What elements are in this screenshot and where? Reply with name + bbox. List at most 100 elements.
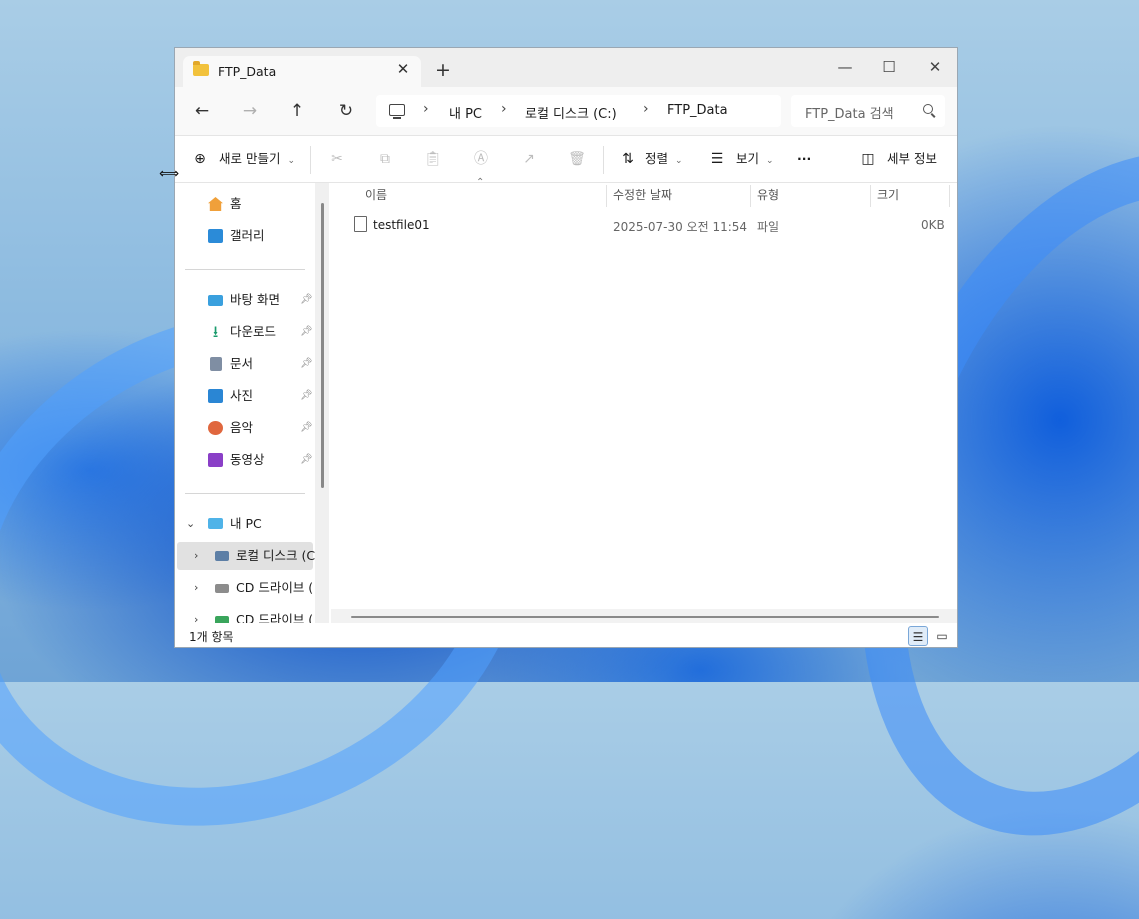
rename-button[interactable]: Ⓐ — [472, 148, 490, 170]
picture-icon — [208, 389, 223, 403]
forward-button[interactable]: → — [235, 98, 265, 124]
sidebar-item-music[interactable]: 음악 📌︎ — [175, 414, 315, 442]
computer-icon — [389, 104, 405, 119]
breadcrumb-ftp-data[interactable]: FTP_Data — [667, 103, 728, 118]
sidebar-item-gallery[interactable]: 갤러리 — [175, 222, 315, 250]
sidebar-item-label: 갤러리 — [230, 228, 265, 243]
sidebar-item-pictures[interactable]: 사진 📌︎ — [175, 382, 315, 410]
sort-caret-icon: ⌃ — [476, 177, 485, 188]
search-placeholder: FTP_Data 검색 — [805, 107, 894, 122]
trash-icon: 🗑︎ — [568, 151, 586, 167]
paste-button[interactable]: 📋︎ — [424, 148, 442, 170]
details-pane-icon: ◫ — [861, 151, 875, 167]
chevron-down-icon: ⌄ — [186, 517, 196, 530]
title-bar: FTP_Data ✕ + — ☐ ✕ — [175, 48, 957, 87]
cd-drive-icon — [215, 584, 229, 593]
sidebar-scrollbar-thumb[interactable] — [321, 203, 324, 488]
file-icon — [354, 216, 367, 232]
sidebar-item-label: 로컬 디스크 (C — [236, 548, 316, 563]
file-list: ⌃ 이름 수정한 날짜 유형 크기 testfile01 2025-07-30 … — [331, 177, 957, 623]
close-window-button[interactable]: ✕ — [913, 54, 957, 80]
large-icons-view-icon: ▭ — [936, 629, 948, 643]
file-explorer-window: FTP_Data ✕ + — ☐ ✕ ← → ↑ ↻ › 내 PC › 로컬 디… — [174, 47, 958, 648]
breadcrumb-separator: › — [501, 101, 507, 117]
chevron-down-icon: ⌄ — [765, 156, 774, 166]
sort-label: 정렬 — [644, 151, 668, 166]
close-tab-icon[interactable]: ✕ — [393, 59, 413, 79]
sidebar-item-label: CD 드라이브 ( — [236, 612, 314, 623]
sidebar-item-documents[interactable]: 문서 📌︎ — [175, 350, 315, 378]
chevron-down-icon: ⌄ — [674, 156, 683, 166]
sidebar-item-label: 다운로드 — [230, 324, 277, 339]
up-button[interactable]: ↑ — [282, 98, 312, 124]
plus-circle-icon: ⊕ — [194, 151, 206, 167]
sidebar-divider — [185, 269, 305, 270]
share-icon: ↗ — [523, 151, 535, 167]
chevron-right-icon: › — [194, 549, 199, 562]
item-count: 1개 항목 — [189, 630, 234, 644]
chevron-right-icon: › — [194, 581, 199, 594]
column-header-size[interactable]: 크기 — [877, 183, 899, 207]
breadcrumb-local-disk[interactable]: 로컬 디스크 (C:) — [525, 103, 617, 122]
search-icon — [923, 104, 933, 114]
sidebar-item-home[interactable]: 홈 — [175, 190, 315, 218]
desktop-icon — [208, 295, 223, 306]
maximize-button[interactable]: ☐ — [867, 54, 911, 80]
sort-button[interactable]: ⇅ 정렬 ⌄ — [619, 148, 683, 170]
sidebar-item-local-disk[interactable]: › 로컬 디스크 (C — [177, 542, 316, 570]
column-header-type[interactable]: 유형 — [757, 183, 779, 207]
folder-icon — [193, 61, 209, 76]
share-button[interactable]: ↗ — [520, 148, 538, 170]
toolbar-divider — [310, 146, 311, 174]
minimize-button[interactable]: — — [823, 54, 867, 80]
document-icon — [210, 357, 222, 371]
large-icons-view-button[interactable]: ▭ — [932, 626, 952, 646]
sidebar-item-videos[interactable]: 동영상 📌︎ — [175, 446, 315, 474]
pin-icon: 📌︎ — [300, 326, 313, 337]
cd-drive-icon — [215, 616, 229, 623]
drive-icon — [215, 551, 229, 561]
details-pane-button[interactable]: ◫ 세부 정보 — [859, 148, 937, 170]
column-header-modified[interactable]: 수정한 날짜 — [613, 183, 672, 207]
more-options-button[interactable]: ··· — [797, 148, 811, 170]
sidebar-item-label: 사진 — [230, 388, 254, 403]
sidebar-item-label: CD 드라이브 ( — [236, 580, 314, 595]
details-label: 세부 정보 — [886, 151, 937, 166]
table-row[interactable]: testfile01 2025-07-30 오전 11:54 파일 0KB — [331, 214, 957, 238]
pin-icon: 📌︎ — [300, 294, 313, 305]
navigation-pane: 홈 갤러리 바탕 화면 📌︎ ⭳ 다운로드 📌︎ 문서 📌︎ 사진 📌︎ 음악 … — [175, 183, 330, 623]
copy-button[interactable]: ⧉ — [376, 148, 394, 170]
horizontal-scrollbar-thumb[interactable] — [351, 616, 939, 618]
column-divider[interactable] — [606, 185, 607, 207]
sidebar-item-cd-drive[interactable]: › CD 드라이브 ( — [175, 606, 315, 623]
breadcrumb-this-pc[interactable]: 내 PC — [449, 103, 482, 122]
breadcrumb-separator: › — [423, 101, 429, 117]
chevron-down-icon: ⌄ — [287, 156, 295, 166]
sidebar-item-downloads[interactable]: ⭳ 다운로드 📌︎ — [175, 318, 315, 346]
address-bar[interactable]: › 내 PC › 로컬 디스크 (C:) › FTP_Data — [376, 95, 781, 127]
sidebar-item-desktop[interactable]: 바탕 화면 📌︎ — [175, 286, 315, 314]
column-header-name[interactable]: 이름 — [365, 183, 387, 207]
refresh-button[interactable]: ↻ — [331, 98, 361, 124]
cut-button[interactable]: ✂ — [328, 148, 346, 170]
back-button[interactable]: ← — [187, 98, 217, 124]
scissors-icon: ✂ — [331, 151, 343, 167]
column-divider[interactable] — [870, 185, 871, 207]
toolbar-divider — [603, 146, 604, 174]
status-bar: 1개 항목 ☰ ▭ — [175, 623, 957, 647]
sidebar-item-label: 음악 — [230, 420, 254, 435]
view-button[interactable]: ☰ 보기 ⌄ — [708, 148, 774, 170]
tab-ftp-data[interactable]: FTP_Data ✕ — [183, 56, 421, 87]
details-view-button[interactable]: ☰ — [908, 626, 928, 646]
column-divider[interactable] — [949, 185, 950, 207]
sidebar-item-label: 문서 — [230, 356, 254, 371]
new-tab-button[interactable]: + — [435, 61, 451, 80]
delete-button[interactable]: 🗑︎ — [568, 148, 586, 170]
column-divider[interactable] — [750, 185, 751, 207]
new-button[interactable]: ⊕ 새로 만들기 ⌄ — [191, 148, 295, 170]
sidebar-item-this-pc[interactable]: ⌄ 내 PC — [175, 510, 315, 538]
sidebar-item-label: 내 PC — [230, 516, 262, 531]
sidebar-item-cd-drive[interactable]: › CD 드라이브 ( — [175, 574, 315, 602]
download-icon: ⭳ — [212, 322, 219, 341]
search-box[interactable]: FTP_Data 검색 — [791, 95, 945, 127]
